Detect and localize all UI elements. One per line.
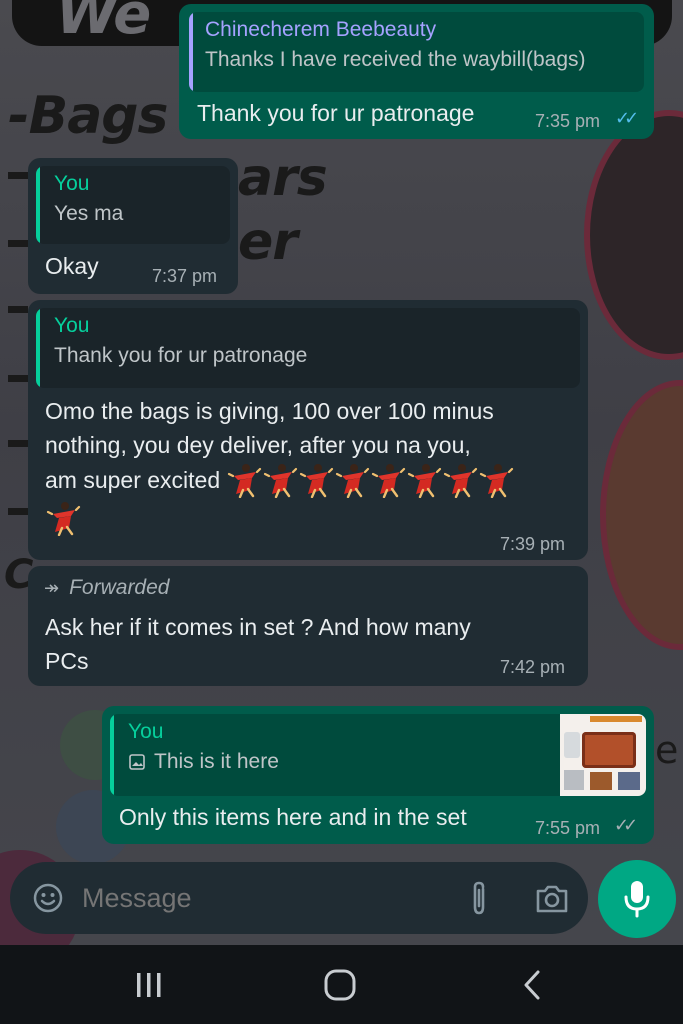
wallpaper-text-bags: -Bags: [8, 86, 168, 146]
home-icon[interactable]: [323, 968, 357, 1002]
message-text-line: Omo the bags is giving, 100 over 100 min…: [45, 398, 494, 424]
quoted-message[interactable]: You This is it here: [110, 714, 646, 796]
wallpaper-text-e: e: [655, 728, 678, 772]
microphone-icon: [624, 881, 650, 918]
dancer-emoji: [480, 464, 514, 498]
quoted-text: Yes ma: [54, 202, 124, 225]
message-bubble-outgoing[interactable]: You This is it here Only this items here…: [102, 706, 654, 844]
thumbnail-header: [590, 716, 642, 722]
message-bubble-incoming[interactable]: You Thank you for ur patronage Omo the b…: [28, 300, 588, 560]
back-icon[interactable]: [520, 968, 544, 1002]
message-body: Omo the bags is giving, 100 over 100 min…: [45, 394, 581, 536]
message-input-bar: [10, 862, 588, 934]
mic-button[interactable]: [598, 860, 676, 938]
message-time: 7:39 pm: [500, 534, 566, 554]
wallpaper-dash: [8, 240, 28, 247]
dancer-emoji: [444, 464, 478, 498]
wallpaper-dash: [8, 375, 28, 382]
cookware-item: [618, 772, 640, 790]
dancer-emoji: [408, 464, 442, 498]
wallpaper-dash: [8, 172, 28, 179]
quoted-message[interactable]: You Yes ma: [36, 166, 230, 244]
message-bubble-incoming[interactable]: You Yes ma Okay 7:37 pm: [28, 158, 238, 294]
quoted-thumbnail: [560, 714, 646, 796]
wallpaper-dash: [8, 508, 28, 515]
cookware-lid: [564, 732, 580, 758]
message-text: Thank you for ur patronage: [197, 100, 475, 126]
message-time: 7:55 pm: [535, 818, 601, 838]
cookware-item: [564, 770, 584, 790]
quoted-text: Thanks I have received the waybill(bags): [205, 48, 586, 71]
dancer-emoji: [46, 502, 81, 536]
dancer-emoji: [264, 464, 298, 498]
message-text: Only this items here and in the set: [119, 804, 467, 830]
message-time: 7:37 pm: [152, 266, 218, 286]
wallpaper-text-er: er: [238, 212, 298, 272]
quoted-text: Thank you for ur patronage: [54, 344, 308, 367]
quoted-author: Chinecherem Beebeauty: [205, 18, 437, 41]
message-text: Okay: [45, 253, 99, 279]
emoji-row: [45, 500, 581, 536]
message-bubble-incoming[interactable]: ↠ Forwarded Ask her if it comes in set ?…: [28, 566, 588, 686]
recents-icon[interactable]: [132, 970, 166, 1000]
message-time: 7:42 pm: [500, 657, 566, 677]
message-text-line: PCs: [45, 648, 89, 674]
system-navigation-bar: [0, 945, 683, 1024]
wallpaper-product-circle: [600, 380, 683, 650]
forward-arrow-icon: ↠: [44, 577, 60, 598]
smiley-icon[interactable]: [32, 882, 64, 914]
quoted-author: You: [54, 314, 90, 337]
message-input[interactable]: [82, 878, 442, 918]
paperclip-icon[interactable]: [466, 881, 492, 917]
wallpaper-product-circle: [584, 110, 683, 360]
cookware-item: [590, 772, 612, 790]
quoted-author: You: [54, 172, 90, 195]
message-time: 7:35 pm: [535, 111, 601, 131]
message-text-line: nothing, you dey deliver, after you na y…: [45, 432, 471, 458]
forwarded-label: ↠ Forwarded: [44, 576, 572, 600]
dancer-emoji: [228, 464, 262, 498]
forwarded-text: Forwarded: [69, 576, 170, 599]
cookware-pan: [582, 732, 636, 768]
dancer-emoji: [336, 464, 370, 498]
delivered-ticks-icon: ✓✓: [614, 815, 638, 835]
wallpaper-text-ars: ars: [238, 148, 328, 208]
message-text-line: am super excited: [45, 467, 221, 493]
image-icon: [129, 754, 145, 770]
message-body: Ask her if it comes in set ? And how man…: [45, 610, 471, 678]
quoted-text: This is it here: [154, 750, 279, 773]
message-line-with-emoji: am super excited: [45, 462, 581, 498]
quoted-message[interactable]: Chinecherem Beebeauty Thanks I have rece…: [189, 12, 644, 92]
message-text-line: Ask her if it comes in set ? And how man…: [45, 614, 471, 640]
message-bubble-outgoing[interactable]: Chinecherem Beebeauty Thanks I have rece…: [179, 4, 654, 139]
wallpaper-text-we: We: [56, 0, 151, 47]
wallpaper-dash: [8, 440, 28, 447]
quoted-message[interactable]: You Thank you for ur patronage: [36, 308, 580, 388]
emoji-row: [226, 462, 514, 498]
read-ticks-icon: ✓✓: [615, 108, 639, 128]
dancer-emoji: [300, 464, 334, 498]
wallpaper-dash: [8, 306, 28, 313]
camera-icon[interactable]: [534, 883, 570, 915]
dancer-emoji: [372, 464, 406, 498]
